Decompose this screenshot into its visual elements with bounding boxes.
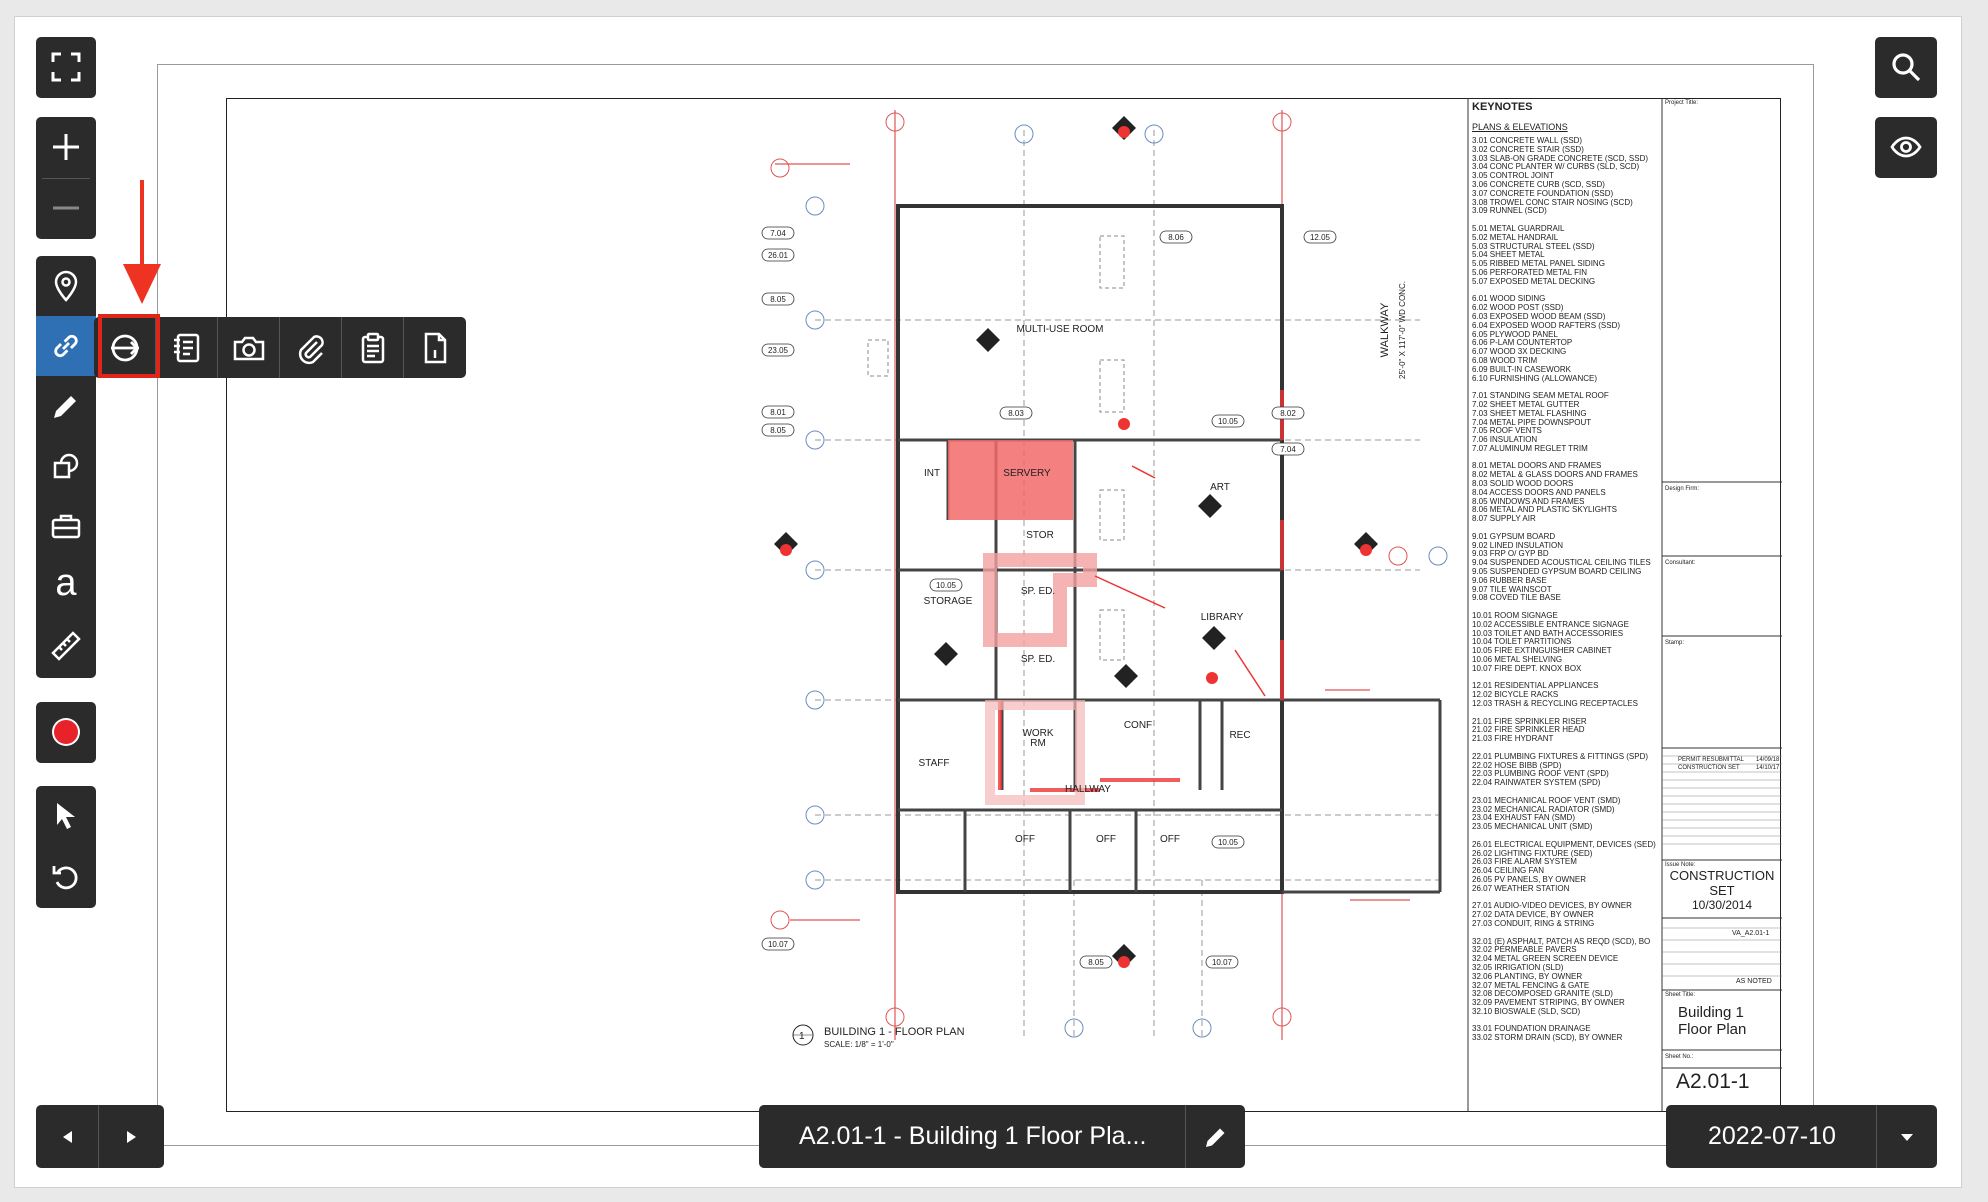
paperclip-icon <box>298 334 324 364</box>
pencil-icon <box>1205 1128 1224 1147</box>
text-icon: a <box>55 562 77 604</box>
issue: CONSTRUCTION SET <box>1669 868 1775 898</box>
annotation-arrow-icon <box>123 180 161 304</box>
shapes-button[interactable] <box>36 436 96 496</box>
document-button[interactable] <box>404 317 466 378</box>
next-sheet-button[interactable] <box>100 1105 164 1168</box>
plus-icon <box>53 134 79 160</box>
search-group <box>1875 37 1937 98</box>
pin-button[interactable] <box>36 256 96 316</box>
project-title-label: Project Title: <box>1665 100 1699 106</box>
cursor-icon <box>57 803 75 829</box>
design-firm-label: Design Firm: <box>1665 486 1700 492</box>
select-group <box>36 786 96 908</box>
shapes-icon <box>53 453 79 479</box>
ruler-icon <box>51 631 81 661</box>
date-text: 2022-07-10 <box>1708 1122 1836 1150</box>
camera-button[interactable] <box>218 317 280 378</box>
consultant-label: Consultant: <box>1665 560 1696 566</box>
link-button[interactable] <box>36 316 96 376</box>
sheet-title: Building 1 Floor Plan <box>1678 1004 1747 1038</box>
caret-left-icon <box>63 1130 72 1143</box>
issue-date: 10/30/2014 <box>1691 898 1753 912</box>
rev2: CONSTRUCTION SET <box>1678 765 1740 771</box>
file-name: VA_A2.01-1 <box>1732 930 1770 937</box>
measure-button[interactable] <box>36 616 96 676</box>
link-icon <box>54 334 78 358</box>
visibility-group <box>1875 117 1937 178</box>
undo-icon <box>52 866 78 890</box>
sheet-title-bar[interactable]: A2.01-1 - Building 1 Floor Pla... <box>759 1105 1245 1168</box>
caret-right-icon <box>127 1130 136 1143</box>
edit-title-button[interactable] <box>1186 1105 1245 1168</box>
document-info-icon <box>424 332 447 363</box>
keynotes-list: 3.01 CONCRETE WALL (SSD) 3.02 CONCRETE S… <box>1472 136 1656 1043</box>
date-dropdown-button[interactable] <box>1877 1105 1937 1168</box>
clipboard-icon <box>361 332 384 363</box>
sheet-title-text: A2.01-1 - Building 1 Floor Pla... <box>799 1122 1147 1150</box>
map-pin-icon <box>54 270 78 302</box>
sheet-title-label: Sheet Title: <box>1665 992 1696 998</box>
sheet-no-label: Sheet No.: <box>1665 1054 1694 1060</box>
rfi-icon <box>173 333 199 362</box>
pencil-button[interactable] <box>36 376 96 436</box>
eye-icon <box>1890 136 1922 158</box>
visibility-button[interactable] <box>1875 117 1937 177</box>
rev2-date: 14/10/17 <box>1756 765 1780 771</box>
fullscreen-group <box>36 37 96 98</box>
prev-sheet-button[interactable] <box>36 1105 99 1168</box>
rev1: PERMIT RESUBMITTAL <box>1678 757 1744 763</box>
page-nav <box>36 1105 164 1168</box>
zoom-group <box>36 117 96 239</box>
toolbox-icon <box>51 514 81 539</box>
rev1-date: 14/09/18 <box>1756 757 1780 763</box>
search-button[interactable] <box>1875 37 1937 97</box>
toolbox-button[interactable] <box>36 496 96 556</box>
rfi-button[interactable] <box>156 317 218 378</box>
caret-down-icon <box>1901 1133 1913 1141</box>
markup-group: a <box>36 256 96 678</box>
record-icon <box>52 718 80 746</box>
zoom-in-button[interactable] <box>36 117 96 177</box>
search-icon <box>1892 53 1921 82</box>
fullscreen-icon <box>51 52 81 82</box>
stamp-label: Stamp: <box>1665 640 1685 646</box>
fullscreen-button[interactable] <box>36 37 96 97</box>
checklist-button[interactable] <box>342 317 404 378</box>
date-selector[interactable]: 2022-07-10 <box>1666 1105 1937 1168</box>
scale: AS NOTED <box>1736 978 1772 985</box>
zoom-out-button[interactable] <box>36 178 96 238</box>
text-button[interactable]: a <box>36 556 96 616</box>
select-button[interactable] <box>36 786 96 846</box>
record-group <box>36 702 96 763</box>
undo-button[interactable] <box>36 847 96 907</box>
pencil-icon <box>54 396 76 418</box>
sheet-no: A2.01-1 <box>1676 1070 1750 1093</box>
keynotes-section: PLANS & ELEVATIONS <box>1472 122 1568 132</box>
keynotes-title: KEYNOTES <box>1472 101 1533 113</box>
attachment-button[interactable] <box>280 317 342 378</box>
record-button[interactable] <box>36 702 96 762</box>
highlight-box <box>98 314 160 378</box>
camera-icon <box>233 336 264 360</box>
minus-icon <box>53 206 79 210</box>
